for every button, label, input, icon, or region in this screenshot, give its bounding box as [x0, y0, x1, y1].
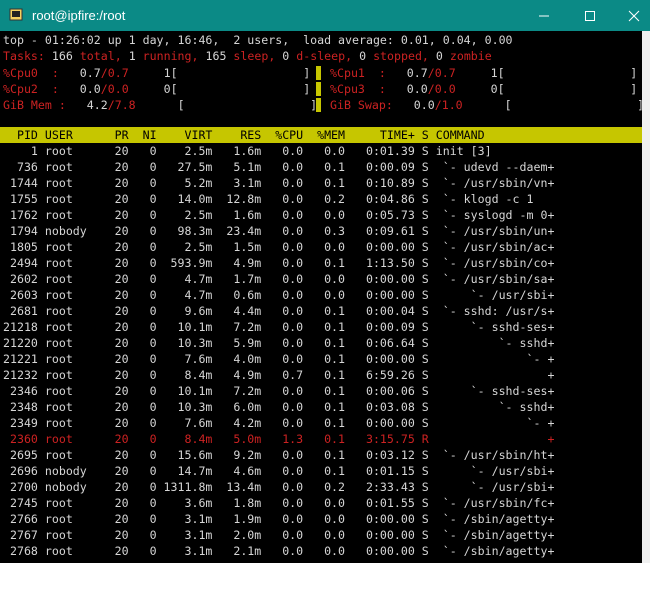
- minimize-icon: [539, 15, 549, 16]
- process-row: 1762 root 20 0 2.5m 1.6m 0.0 0.0 0:05.73…: [3, 208, 555, 222]
- swap-meter: GiB Swap: 0.0/1.0 [ ]: [330, 98, 642, 112]
- process-row: 1 root 20 0 2.5m 1.6m 0.0 0.0 0:01.39 S …: [3, 144, 492, 158]
- terminal-app-icon[interactable]: [9, 7, 23, 22]
- minimize-button[interactable]: [523, 0, 565, 31]
- cpu1-meter: %Cpu1 : 0.7/0.7 1[ ]: [330, 66, 638, 80]
- cpu3-meter: %Cpu3 : 0.0/0.0 0[ ]: [330, 82, 638, 96]
- maximize-button[interactable]: [569, 0, 611, 31]
- process-row: 2346 root 20 0 10.1m 7.2m 0.0 0.1 0:00.0…: [3, 384, 555, 398]
- window-title: root@ipfire:/root: [32, 8, 126, 23]
- process-row: 2745 root 20 0 3.6m 1.8m 0.0 0.0 0:01.55…: [3, 496, 555, 510]
- process-row: 21221 root 20 0 7.6m 4.0m 0.0 0.1 0:00.0…: [3, 352, 555, 366]
- meter-separator: [316, 66, 321, 80]
- terminal-area[interactable]: top - 01:26:02 up 1 day, 16:46, 2 users,…: [0, 31, 642, 563]
- process-row: 2681 root 20 0 9.6m 4.4m 0.0 0.1 0:00.04…: [3, 304, 555, 318]
- process-row: 1805 root 20 0 2.5m 1.5m 0.0 0.0 0:00.00…: [3, 240, 555, 254]
- uptime-line: top - 01:26:02 up 1 day, 16:46, 2 users,…: [3, 33, 513, 47]
- process-row: 1744 root 20 0 5.2m 3.1m 0.0 0.1 0:10.89…: [3, 176, 555, 190]
- process-row: 2696 nobody 20 0 14.7m 4.6m 0.0 0.1 0:01…: [3, 464, 555, 478]
- process-row: 21220 root 20 0 10.3m 5.9m 0.0 0.1 0:06.…: [3, 336, 555, 350]
- column-headers: PID USER PR NI VIRT RES %CPU %MEM TIME+ …: [3, 128, 485, 142]
- process-row: 736 root 20 0 27.5m 5.1m 0.0 0.1 0:00.09…: [3, 160, 555, 174]
- meter-separator: [316, 98, 321, 112]
- maximize-icon: [585, 10, 595, 21]
- cpu0-meter: %Cpu0 : 0.7/0.7 1[ ]: [3, 66, 311, 80]
- process-row: 2494 root 20 0 593.9m 4.9m 0.0 0.1 1:13.…: [3, 256, 555, 270]
- close-icon: [628, 10, 640, 21]
- process-row: 2602 root 20 0 4.7m 1.7m 0.0 0.0 0:00.00…: [3, 272, 555, 286]
- process-row: 2360 root 20 0 8.4m 5.0m 1.3 0.1 3:15.75…: [3, 432, 555, 446]
- process-row: 2768 root 20 0 3.1m 2.1m 0.0 0.0 0:00.00…: [3, 544, 555, 558]
- mem-meter: GiB Mem : 4.2/7.8 [ ]: [3, 98, 318, 112]
- process-row: 2603 root 20 0 4.7m 0.6m 0.0 0.0 0:00.00…: [3, 288, 555, 302]
- process-row: 1794 nobody 20 0 98.3m 23.4m 0.0 0.3 0:0…: [3, 224, 555, 238]
- process-row: 2349 root 20 0 7.6m 4.2m 0.0 0.1 0:00.00…: [3, 416, 555, 430]
- scrollbar[interactable]: [642, 31, 650, 563]
- process-row: 2700 nobody 20 0 1311.8m 13.4m 0.0 0.2 2…: [3, 480, 555, 494]
- process-row: 2767 root 20 0 3.1m 2.0m 0.0 0.0 0:00.00…: [3, 528, 555, 542]
- close-button[interactable]: [613, 0, 650, 31]
- title-bar: root@ipfire:/root: [0, 0, 650, 31]
- process-row: 2766 root 20 0 3.1m 1.9m 0.0 0.0 0:00.00…: [3, 512, 555, 526]
- meter-separator: [316, 82, 321, 96]
- process-table-header: PID USER PR NI VIRT RES %CPU %MEM TIME+ …: [0, 127, 642, 143]
- process-row: 21232 root 20 0 8.4m 4.9m 0.7 0.1 6:59.2…: [3, 368, 555, 382]
- process-row: 2695 root 20 0 15.6m 9.2m 0.0 0.1 0:03.1…: [3, 448, 555, 462]
- tasks-line: Tasks: 166 total, 1 running, 165 sleep, …: [3, 49, 492, 63]
- cpu2-meter: %Cpu2 : 0.0/0.0 0[ ]: [3, 82, 311, 96]
- process-row: 21218 root 20 0 10.1m 7.2m 0.0 0.1 0:00.…: [3, 320, 555, 334]
- process-row: 2348 root 20 0 10.3m 6.0m 0.0 0.1 0:03.0…: [3, 400, 555, 414]
- process-row: 1755 root 20 0 14.0m 12.8m 0.0 0.2 0:04.…: [3, 192, 534, 206]
